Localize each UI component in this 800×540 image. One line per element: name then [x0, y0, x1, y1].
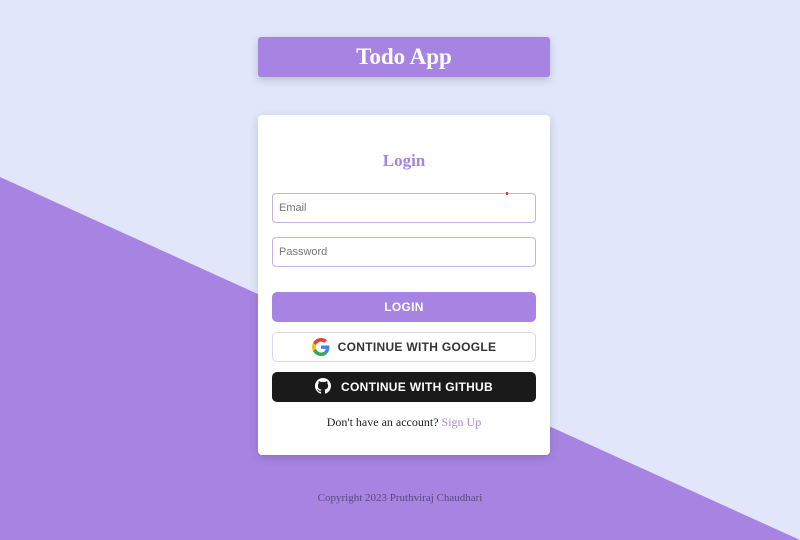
- app-title: Todo App: [356, 44, 452, 69]
- signup-prompt: Don't have an account?: [326, 415, 439, 429]
- signup-row: Don't have an account? Sign Up: [258, 415, 550, 430]
- copyright-footer: Copyright 2023 Pruthviraj Chaudhari: [317, 492, 483, 504]
- login-button-label: LOGIN: [384, 300, 424, 314]
- github-icon: [315, 378, 333, 396]
- login-button[interactable]: LOGIN: [272, 292, 536, 322]
- google-icon: [311, 338, 330, 356]
- login-title: Login: [382, 151, 426, 170]
- google-login-button[interactable]: CONTINUE WITH GOOGLE: [272, 332, 536, 362]
- email-field[interactable]: [272, 193, 536, 223]
- app-header: Todo App: [258, 37, 550, 77]
- signup-link[interactable]: Sign Up: [442, 415, 482, 429]
- red-marker: [506, 192, 508, 195]
- login-card: Login LOGIN CONTINUE WITH GOOGLE CONTINU…: [258, 115, 550, 455]
- github-button-label: CONTINUE WITH GITHUB: [341, 380, 493, 394]
- google-button-label: CONTINUE WITH GOOGLE: [337, 340, 497, 354]
- password-field[interactable]: [272, 237, 536, 267]
- github-login-button[interactable]: CONTINUE WITH GITHUB: [272, 372, 536, 402]
